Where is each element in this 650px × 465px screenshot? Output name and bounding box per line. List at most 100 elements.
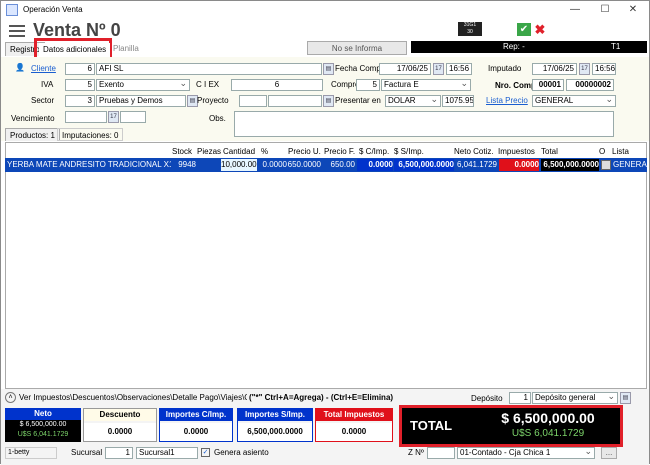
- lista-precio-select[interactable]: GENERAL: [532, 95, 616, 107]
- tab-productos[interactable]: Productos: 1: [5, 128, 60, 141]
- vencimiento-label: Vencimiento: [11, 114, 55, 123]
- proyecto-code-input[interactable]: [239, 95, 267, 107]
- vencimiento-calendar-icon[interactable]: 17: [108, 111, 119, 123]
- total-impuestos-value: 0.0000: [316, 423, 392, 441]
- cliente-name-input[interactable]: AFI SL: [96, 63, 322, 75]
- chevron-up-icon[interactable]: ˄: [5, 392, 16, 403]
- column-header-c-imp[interactable]: $ C/Imp.: [359, 146, 389, 158]
- column-header-pct[interactable]: %: [261, 146, 268, 158]
- sucursal-label: Sucursal: [71, 448, 103, 457]
- total-usd-value: U$S 6,041.1729: [511, 428, 585, 439]
- table-row[interactable]: YERBA MATE ANDRESITO TRADICIONAL X1KG 99…: [5, 158, 647, 172]
- fecha-comp-calendar-icon[interactable]: 17: [433, 63, 444, 75]
- proyecto-search-icon[interactable]: ▤: [323, 95, 334, 107]
- genera-asiento-label: Genera asiento: [214, 448, 269, 457]
- deposito-search-icon[interactable]: ▤: [620, 392, 631, 404]
- vencimiento-input[interactable]: [65, 111, 107, 123]
- cancel-icon[interactable]: ✖: [533, 23, 547, 36]
- ver-impuestos-link[interactable]: Ver Impuestos\Descuentos\Observaciones\D…: [19, 392, 247, 404]
- fecha-comp-label: Fecha Comp.: [335, 64, 384, 73]
- importes-c-imp-value: 0.0000: [160, 423, 232, 441]
- calendar-icon-top: 31G1: [463, 22, 477, 28]
- iva-label: IVA: [41, 80, 54, 89]
- presentar-label: Presentar en: [335, 96, 381, 105]
- tab-datos-adicionales[interactable]: Datos adicionales: [39, 43, 111, 57]
- close-button[interactable]: ✕: [619, 1, 647, 19]
- column-header-precio-u[interactable]: Precio U.: [288, 146, 321, 158]
- cotizacion-input[interactable]: 1075.95: [442, 95, 474, 107]
- tab-imputaciones[interactable]: Imputaciones: 0: [57, 128, 124, 141]
- comprobante-code-input[interactable]: 5: [356, 79, 380, 91]
- sucursal-code-input[interactable]: 1: [105, 447, 133, 459]
- zn-input[interactable]: [427, 447, 455, 459]
- cell-description: YERBA MATE ANDRESITO TRADICIONAL X1KG: [7, 160, 171, 169]
- cell-neto-cotiz: 6,041.1729: [456, 160, 497, 169]
- calendar-icon[interactable]: 31G1 30: [458, 22, 482, 36]
- cliente-search-icon[interactable]: ▤: [323, 63, 334, 75]
- iva-code-input[interactable]: 5: [65, 79, 95, 91]
- cliente-link[interactable]: Cliente: [31, 63, 56, 75]
- proyecto-name-input[interactable]: [268, 95, 322, 107]
- minimize-button[interactable]: —: [561, 1, 589, 19]
- neto-usd-value: U$S 6,041.1729: [17, 431, 69, 438]
- row-options-icon[interactable]: [601, 160, 611, 170]
- lista-precio-link[interactable]: Lista Precio: [486, 95, 528, 107]
- proyecto-label: Proyecto: [197, 96, 229, 105]
- caja-select[interactable]: 01-Contado - Cja Chica 1: [457, 447, 595, 459]
- no-informa-button[interactable]: No se Informa: [307, 41, 407, 55]
- deposito-select[interactable]: Depósito general: [532, 392, 618, 404]
- column-header-piezas[interactable]: Piezas: [197, 146, 221, 158]
- zn-label: Z Nº: [408, 448, 424, 457]
- column-header-o[interactable]: O: [599, 146, 605, 158]
- cliente-code-input[interactable]: 6: [65, 63, 95, 75]
- observaciones-textarea[interactable]: [234, 111, 614, 137]
- maximize-button[interactable]: ☐: [591, 1, 619, 19]
- rep-text: Rep: -: [503, 42, 525, 51]
- sector-code-input[interactable]: 3: [65, 95, 95, 107]
- fecha-comp-input[interactable]: 17/06/25: [379, 63, 431, 75]
- cell-c-imp: 0.0000: [357, 159, 393, 171]
- column-header-s-imp[interactable]: $ S/Imp.: [394, 146, 424, 158]
- total-value: $ 6,500,000.00: [501, 410, 595, 426]
- column-header-impuestos[interactable]: Impuestos: [498, 146, 535, 158]
- sucursal-name-input[interactable]: Sucursal1: [136, 447, 198, 459]
- total-box: TOTAL $ 6,500,000.00 U$S 6,041.1729: [402, 408, 620, 444]
- iva-select[interactable]: Exento: [96, 79, 190, 91]
- app-icon: [6, 4, 18, 16]
- total-label: TOTAL: [410, 418, 453, 433]
- caja-more-button[interactable]: ...: [601, 447, 617, 459]
- column-header-stock[interactable]: Stock: [172, 146, 192, 158]
- importes-c-imp-box: Importes C/Imp. 0.0000: [159, 408, 233, 442]
- column-header-lista[interactable]: Lista: [612, 146, 629, 158]
- sector-name-input[interactable]: Pruebas y Demos: [96, 95, 186, 107]
- presentar-select[interactable]: DOLAR: [385, 95, 441, 107]
- cell-impuestos: 0.0000: [499, 159, 539, 171]
- deposito-label: Depósito: [471, 394, 503, 403]
- menu-icon[interactable]: [9, 25, 25, 39]
- cuit-input[interactable]: 6: [231, 79, 323, 91]
- fecha-hora-input[interactable]: 16:56: [446, 63, 472, 75]
- imputado-calendar-icon[interactable]: 17: [579, 63, 590, 75]
- user-field: 1-betty: [5, 447, 57, 459]
- vencimiento-hora-input[interactable]: [120, 111, 146, 123]
- column-header-precio-f[interactable]: Precio F.: [324, 146, 355, 158]
- total-impuestos-label: Total Impuestos: [316, 409, 392, 421]
- tab-planilla[interactable]: Planilla: [109, 42, 143, 56]
- nro-comp-number-input[interactable]: 00000002: [566, 79, 614, 91]
- cell-cantidad[interactable]: 10,000.00: [221, 159, 257, 171]
- column-header-cantidad[interactable]: Cantidad: [223, 146, 255, 158]
- total-impuestos-box: Total Impuestos 0.0000: [315, 408, 393, 442]
- nro-comp-point-input[interactable]: 00001: [532, 79, 564, 91]
- title-bar: Operación Venta — ☐ ✕: [1, 1, 649, 19]
- imputado-hora-input[interactable]: 16:56: [592, 63, 616, 75]
- imputado-fecha-input[interactable]: 17/06/25: [532, 63, 577, 75]
- column-header-total[interactable]: Total: [541, 146, 558, 158]
- calendar-icon-day: 30: [467, 29, 473, 35]
- confirm-icon[interactable]: ✔: [517, 23, 531, 36]
- genera-asiento-checkbox[interactable]: ✓: [201, 448, 210, 457]
- cuit-type-label: C I EX: [196, 80, 220, 89]
- column-header-neto-cotiz[interactable]: Neto Cotiz.: [454, 146, 494, 158]
- deposito-code-input[interactable]: 1: [509, 392, 531, 404]
- comprobante-select[interactable]: Factura E: [381, 79, 471, 91]
- sale-operation-window: Operación Venta — ☐ ✕ Venta Nº 0 31G1 30…: [0, 0, 650, 465]
